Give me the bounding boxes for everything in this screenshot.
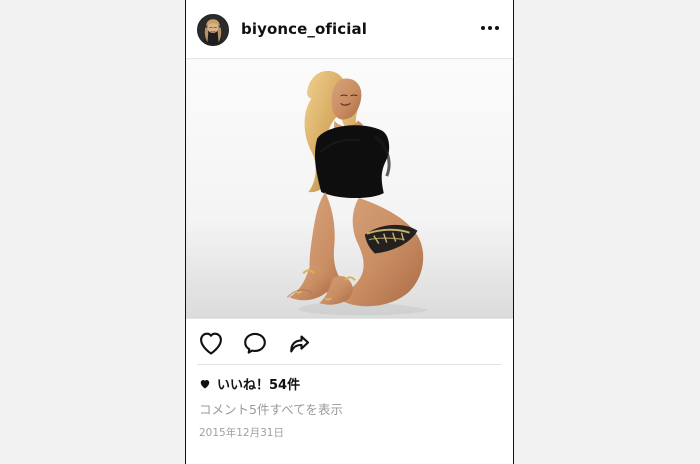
- avatar-icon: [198, 15, 228, 45]
- likes-text: いいね！54件: [217, 378, 301, 393]
- share-icon[interactable]: [284, 329, 312, 357]
- heart-icon[interactable]: [197, 329, 225, 357]
- view-comments-link[interactable]: コメント5件すべてを表示: [199, 399, 343, 418]
- username[interactable]: biyonce_oficial: [241, 20, 367, 38]
- more-options-dot: [495, 26, 499, 30]
- post-header: biyonce_oficial: [186, 0, 513, 58]
- more-options-button[interactable]: [481, 21, 499, 35]
- more-options-dot: [481, 26, 485, 30]
- post-date: 2015年12月31日: [199, 427, 284, 439]
- comment-icon[interactable]: [241, 329, 269, 357]
- avatar[interactable]: [197, 14, 229, 46]
- heart-filled-icon: [200, 379, 210, 388]
- post-photo-illustration: [186, 70, 513, 318]
- post-actions: [186, 326, 513, 360]
- more-options-dot: [488, 26, 492, 30]
- post-photo[interactable]: [186, 58, 513, 319]
- divider: [197, 364, 502, 365]
- likes-summary[interactable]: いいね！54件: [199, 374, 300, 393]
- instagram-post-card: biyonce_oficial いいね！54件 コメント5件すべてを表示 201…: [185, 0, 514, 464]
